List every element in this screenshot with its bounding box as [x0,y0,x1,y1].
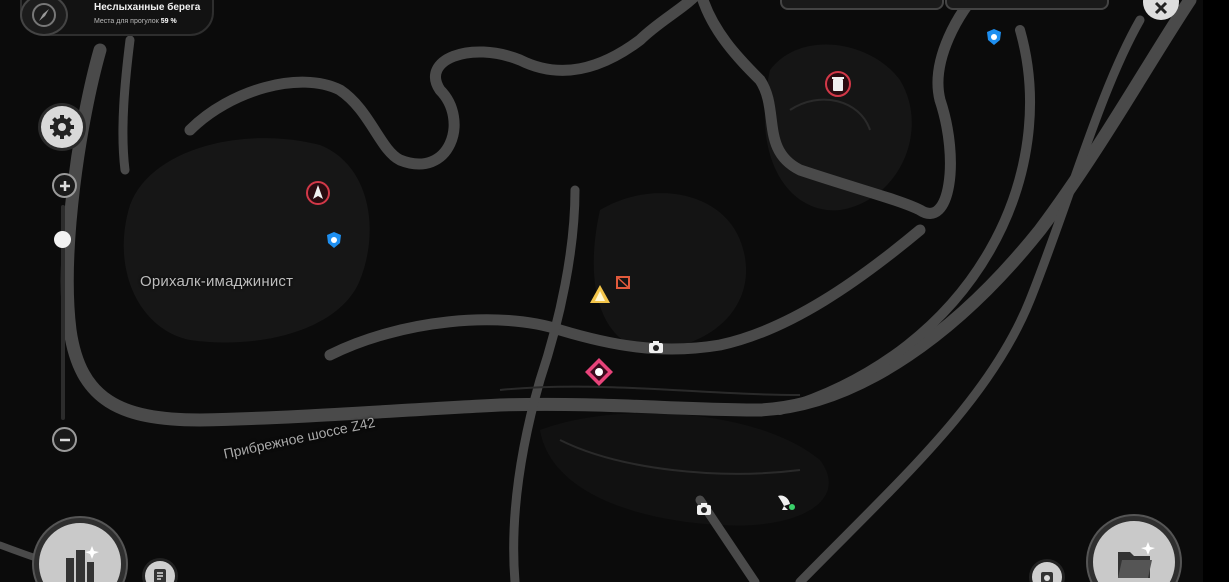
satellite-dish-icon [778,495,795,510]
trash-bin-icon [825,71,851,97]
plus-icon [59,180,70,191]
gear-icon [50,115,74,139]
top-status-pill-right[interactable] [945,0,1109,10]
area-info-panel: Неслыханные берега Места для прогулок 59… [20,0,214,36]
poi-pink-diamond[interactable] [584,357,614,387]
close-icon [1154,1,1168,15]
zoom-out-button[interactable] [52,427,77,452]
bell-icon [590,285,610,303]
minus-icon [59,438,70,441]
settings-button[interactable] [41,106,83,148]
area-name: Неслыханные берега [94,2,201,13]
city-icon [66,546,99,582]
poi-satellite-dish[interactable] [775,490,797,512]
poi-crate[interactable] [615,274,631,290]
progress-label: Места для прогулок [94,18,159,25]
poi-bell[interactable] [588,283,612,305]
pink-diamond-icon [585,358,613,386]
blue-shield-icon [987,29,1001,45]
poi-rocket[interactable] [305,180,331,206]
right-edge-strip [1203,0,1229,582]
map-canvas[interactable] [0,0,1229,582]
zoom-in-button[interactable] [52,173,77,198]
camera-icon [649,341,663,353]
camera-icon [697,503,711,515]
map-screen: Орихалк-имаджинист Прибрежное шоссе Z42 … [0,0,1229,582]
poi-blue-shield-north[interactable] [985,28,1003,46]
crate-icon [616,276,630,289]
notes-icon [154,569,166,582]
poi-trash-bin[interactable] [824,70,852,98]
rocket-icon [306,181,330,205]
poi-blue-shield-west[interactable] [325,231,343,249]
top-status-pill-left[interactable] [780,0,944,10]
folder-icon [1118,542,1155,578]
area-progress: Места для прогулок 59 % [94,18,177,25]
photo-icon [1041,572,1053,582]
compass-button[interactable] [20,0,68,36]
poi-camera-center[interactable] [648,339,664,355]
region-label: Орихалк-имаджинист [140,273,294,290]
progress-value: 59 % [160,18,177,25]
poi-camera-south[interactable] [696,501,712,517]
compass-icon [32,3,56,27]
blue-shield-icon [327,232,341,248]
